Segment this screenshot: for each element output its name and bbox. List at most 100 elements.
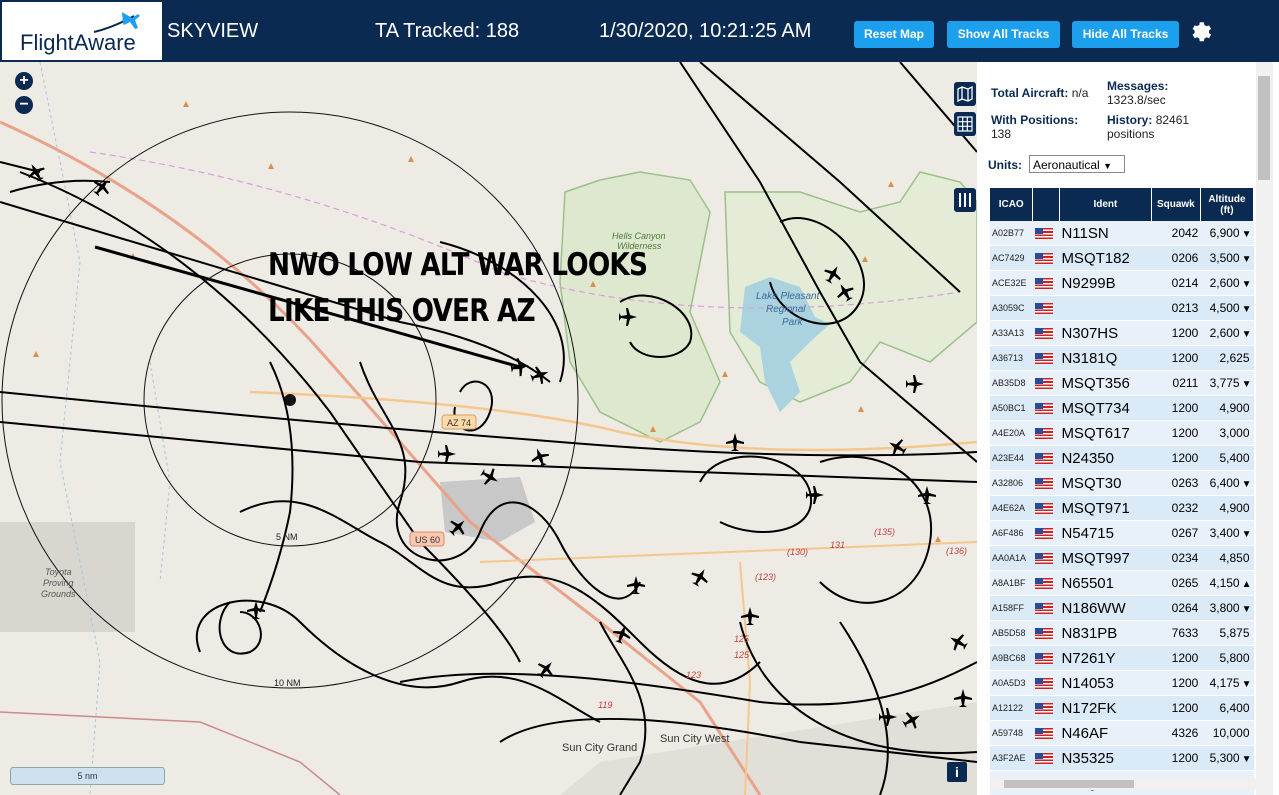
icao-cell: A33A13 [990,320,1033,346]
altitude-cell: 4,850 [1200,545,1254,571]
panel-toggle-button[interactable] [954,188,976,212]
scroll-thumb[interactable] [1004,780,1134,788]
flightaware-logo[interactable]: FlightAware [2,2,162,60]
hide-all-tracks-button[interactable]: Hide All Tracks [1072,21,1179,48]
table-row[interactable]: ACE32E N9299B 0214 2,600 ▼ [990,270,1254,296]
ident-cell: N46AF [1059,720,1152,746]
us-flag-icon [1034,377,1053,389]
with-positions-stat: With Positions: 138 [991,113,1078,141]
us-flag-icon [1034,477,1053,489]
col-flag[interactable] [1032,188,1060,221]
map-canvas[interactable]: 5 NM 10 NM Hells Canyon Wilderness Lake … [0,62,977,795]
altitude-value: 4,150 [1209,576,1240,590]
table-row[interactable]: A12122 N172FK 1200 6,400 [990,695,1254,721]
table-row[interactable]: A59748 N46AF 4326 10,000 [990,720,1254,746]
squawk-cell: 1200 [1151,745,1201,771]
icao-cell: A4E20A [990,420,1033,446]
table-row[interactable]: A36713 N3181Q 1200 2,625 [990,345,1254,371]
table-row[interactable]: A4E20A MSQT617 1200 3,000 [990,420,1254,446]
show-all-tracks-button[interactable]: Show All Tracks [947,21,1060,48]
vertical-scrollbar[interactable] [1256,62,1273,795]
table-row[interactable]: A158FF N186WW 0264 3,800 ▼ [990,595,1254,621]
ident-cell: MSQT971 [1059,495,1152,521]
overlay-caption-line1: NWO LOW ALT WAR LOOKS [268,247,648,283]
table-row[interactable]: A6F486 N54715 0267 3,400 ▼ [990,520,1254,546]
road-label-130: (130) [787,547,808,557]
table-row[interactable]: A8A1BF N65501 0265 4,150 ▲ [990,570,1254,596]
horizontal-scrollbar[interactable] [990,778,1256,790]
table-row[interactable]: AB35D8 MSQT356 0211 3,775 ▼ [990,370,1254,396]
icao-cell: AC7429 [990,245,1033,271]
aircraft-panel: Total Aircraft: n/a Messages: 1323.8/sec… [977,62,1279,795]
icao-cell: A158FF [990,595,1033,621]
altitude-value: 10,000 [1212,726,1250,740]
altitude-trend-icon: ▼ [1241,329,1252,340]
units-select[interactable]: Aeronautical ▼ [1029,155,1125,173]
with-positions-label: With Positions: [991,113,1079,127]
col-altitude[interactable]: Altitude (ft) [1200,188,1255,221]
table-row[interactable]: A23E44 N24350 1200 5,400 [990,445,1254,471]
col-squawk[interactable]: Squawk [1151,188,1201,221]
scroll-thumb[interactable] [1258,76,1270,180]
table-row[interactable]: AA0A1A MSQT997 0234 4,850 [990,545,1254,571]
place-toyota: Toyota [45,567,72,577]
zoom-in-button[interactable]: + [15,72,33,90]
altitude-value: 3,800 [1209,601,1240,615]
gear-icon[interactable] [1189,19,1213,43]
altitude-value: 2,600 [1209,326,1240,340]
col-icao[interactable]: ICAO [990,188,1034,221]
squawk-cell: 1200 [1151,320,1201,346]
us-flag-icon [1034,327,1053,339]
squawk-cell: 0234 [1151,545,1201,571]
altitude-value: 5,300 [1209,751,1240,765]
current-datetime: 1/30/2020, 10:21:25 AM [599,20,812,42]
chevron-down-icon: ▼ [1103,161,1112,171]
flag-cell [1032,620,1060,646]
road-label-119: 119 [598,700,612,710]
table-row[interactable]: A4E62A MSQT971 0232 4,900 [990,495,1254,521]
table-row[interactable]: A3059C 0213 4,500 ▼ [990,295,1254,321]
road-label-131: 131 [830,540,845,550]
zoom-out-button[interactable]: − [15,96,33,114]
range-label-10nm: 10 NM [274,678,301,688]
place-proving: Proving [43,578,74,588]
squawk-cell: 1200 [1151,670,1201,696]
table-row[interactable]: A9BC68 N7261Y 1200 5,800 [990,645,1254,671]
squawk-cell: 0265 [1151,570,1201,596]
squawk-cell: 1200 [1151,695,1201,721]
altitude-cell: 5,300 ▼ [1200,745,1254,771]
altitude-cell: 3,500 ▼ [1200,245,1254,271]
icao-cell: A02B77 [990,221,1033,246]
range-label-5nm: 5 NM [276,532,298,542]
overlay-caption: NWO LOW ALT WAR LOOKS LIKE THIS OVER AZ [268,242,648,334]
us-flag-icon [1034,452,1053,464]
map-view[interactable]: 5 NM 10 NM Hells Canyon Wilderness Lake … [0,62,977,795]
table-row[interactable]: AC7429 MSQT182 0206 3,500 ▼ [990,245,1254,271]
col-ident[interactable]: Ident [1059,188,1152,221]
table-row[interactable]: AB5D58 N831PB 7633 5,875 [990,620,1254,646]
grid-toggle-button[interactable] [954,112,976,136]
table-row[interactable]: A33A13 N307HS 1200 2,600 ▼ [990,320,1254,346]
ident-cell [1059,295,1152,321]
altitude-value: 5,800 [1219,651,1250,665]
altitude-trend-icon: ▲ [1241,579,1252,590]
icao-cell: AA0A1A [990,545,1033,571]
altitude-cell: 10,000 [1200,720,1254,746]
altitude-value: 3,400 [1209,526,1240,540]
grid-icon [957,116,973,132]
altitude-trend-icon: ▼ [1241,529,1252,540]
info-button[interactable]: i [947,762,967,782]
logo-text: FlightAware [20,30,136,55]
table-row[interactable]: A3F2AE N35325 1200 5,300 ▼ [990,745,1254,771]
icao-cell: A6F486 [990,520,1033,546]
flag-cell [1032,470,1060,496]
map-layers-button[interactable] [954,82,976,106]
table-row[interactable]: A0A5D3 N14053 1200 4,175 ▼ [990,670,1254,696]
altitude-trend-icon: ▼ [1241,754,1252,765]
flag-cell [1032,370,1060,396]
table-row[interactable]: A02B77 N11SN 2042 6,900 ▼ [990,221,1254,246]
table-row[interactable]: A50BC1 MSQT734 1200 4,900 [990,395,1254,421]
altitude-cell: 3,800 ▼ [1200,595,1254,621]
reset-map-button[interactable]: Reset Map [854,21,934,48]
table-row[interactable]: A32806 MSQT30 0263 6,400 ▼ [990,470,1254,496]
